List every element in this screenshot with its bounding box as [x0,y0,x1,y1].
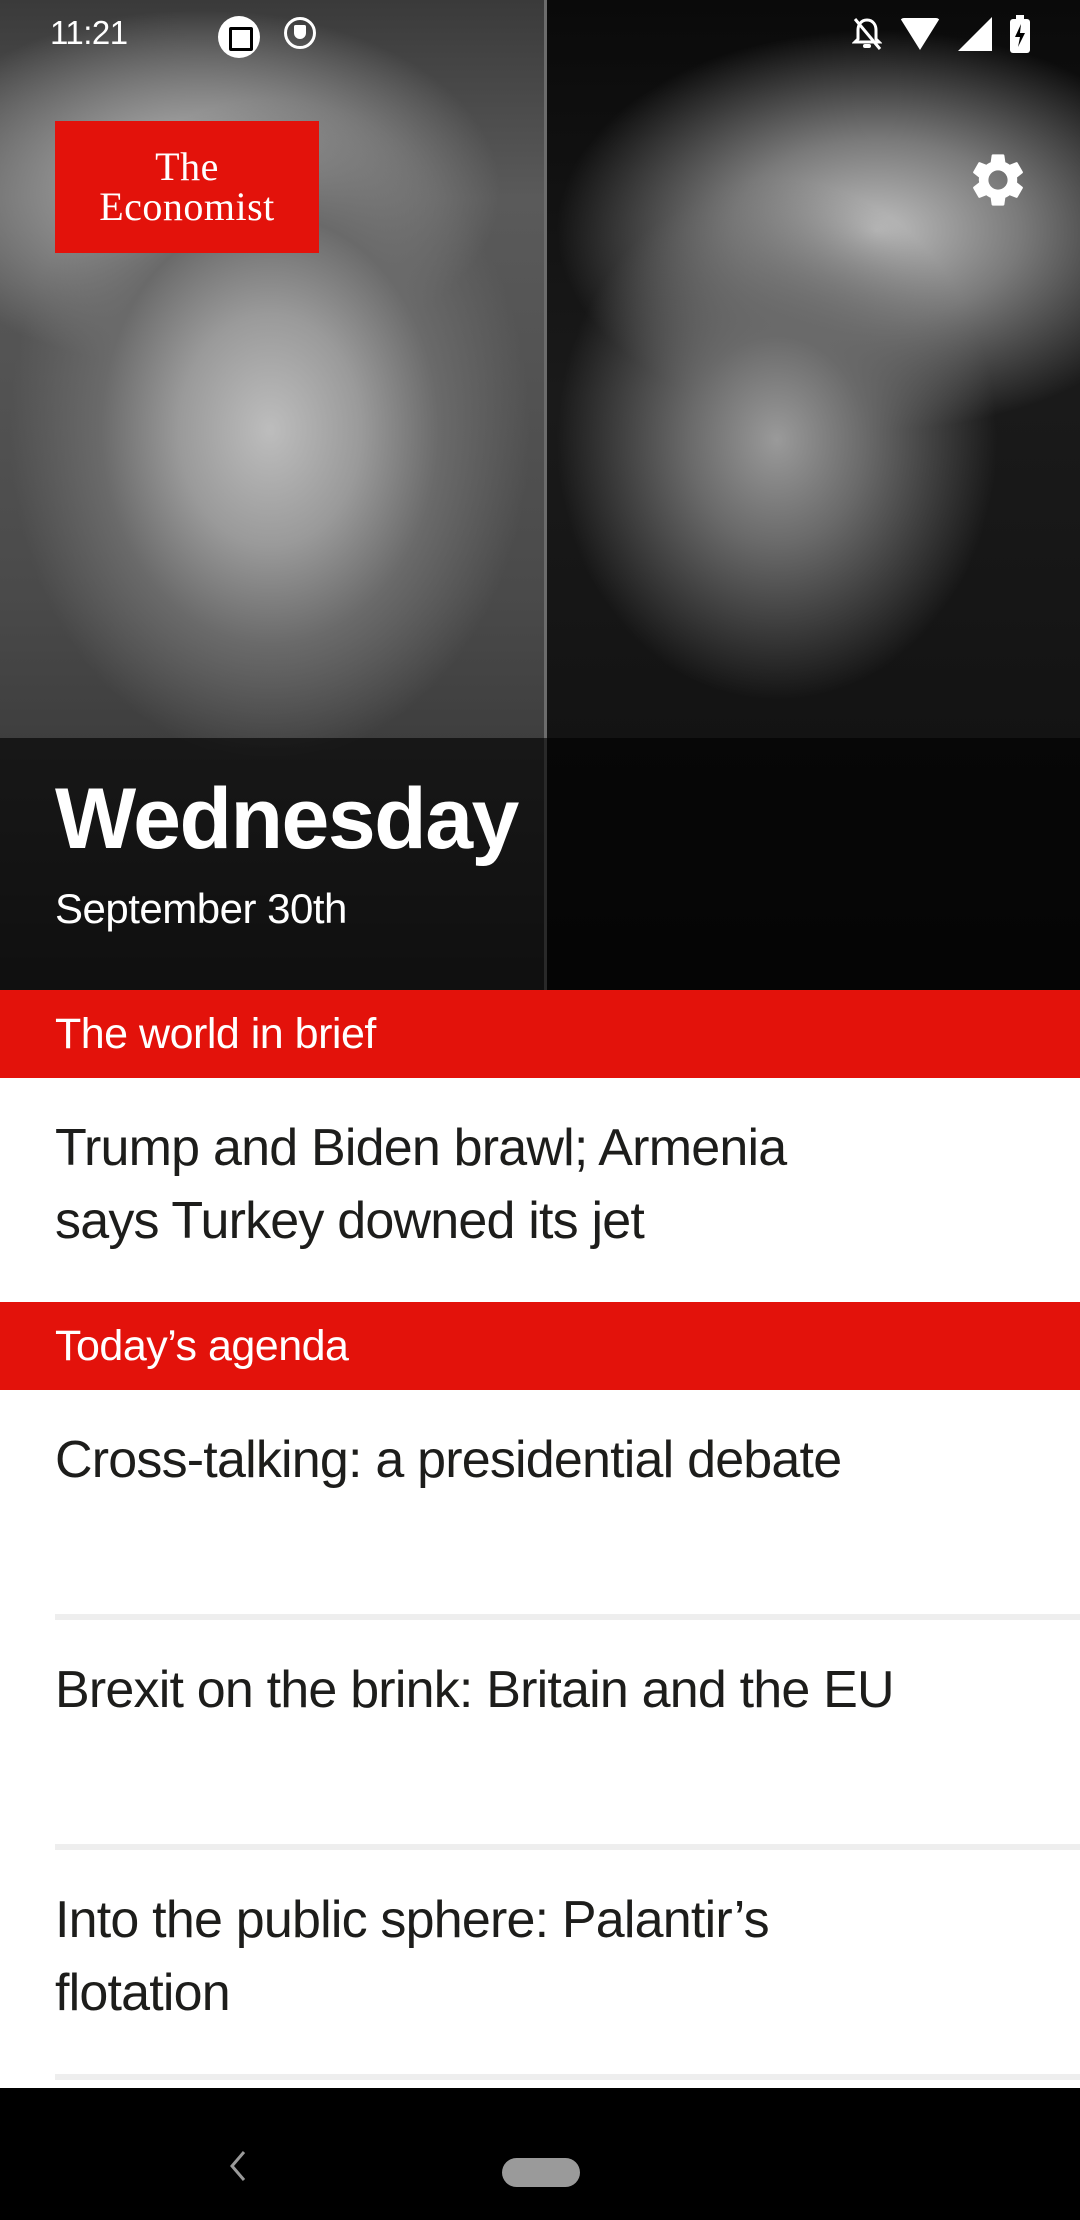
item-headline: Trump and Biden brawl; Armenia says Turk… [55,1119,787,1250]
section-header-todays-agenda[interactable]: Today’s agenda [0,1302,1080,1390]
section-title: The world in brief [55,1009,376,1058]
hero-day: Wednesday [55,771,519,867]
status-time: 11:21 [50,14,128,51]
item-headline: Cross-talking: a presidential debate [55,1431,842,1489]
vpn-shield-icon [284,17,316,49]
system-nav-bar [0,2088,1080,2220]
list-item[interactable]: Trump and Biden brawl; Armenia says Turk… [0,1078,1080,1302]
logo-line-2: Economist [99,184,275,229]
battery-charging-icon [1010,15,1030,53]
economist-logo: The Economist [55,121,319,253]
notifications-off-icon [852,18,882,50]
logo-line-1: The [155,144,219,189]
status-bar: 11:21 [0,0,1080,66]
home-pill-icon[interactable] [502,2158,580,2187]
status-icons-right [852,15,1030,53]
item-headline: Into the public sphere: Palantir’s flota… [55,1891,770,2022]
item-divider [55,2074,1080,2080]
item-headline: Brexit on the brink: Britain and the EU [55,1661,895,1719]
gear-icon [973,154,1023,206]
section-title: Today’s agenda [55,1321,349,1370]
screenshot-edit-icon [218,16,260,58]
settings-button[interactable] [958,140,1038,220]
section-header-world-in-brief[interactable]: The world in brief [0,990,1080,1078]
list-item[interactable]: Into the public sphere: Palantir’s flota… [0,1850,1080,2080]
cellular-signal-icon [958,17,992,51]
list-item[interactable]: Cross-talking: a presidential debate [0,1390,1080,1620]
hero-date: September 30th [55,885,347,932]
wifi-icon [900,18,940,50]
list-item[interactable]: Brexit on the brink: Britain and the EU [0,1620,1080,1850]
back-chevron-icon[interactable] [222,2148,252,2184]
